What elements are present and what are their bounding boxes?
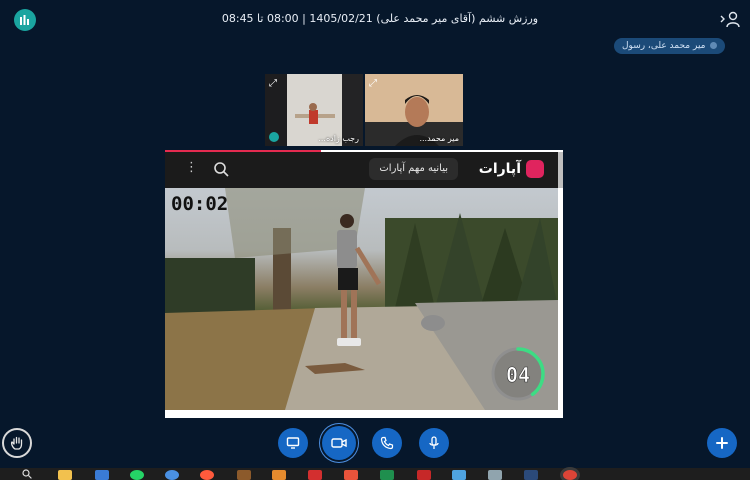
audio-phone-button[interactable] [372,428,402,458]
browser-icon[interactable] [165,470,179,480]
search-icon[interactable] [213,161,229,177]
video-scrollbar[interactable] [558,152,563,188]
whatsapp-icon[interactable] [130,470,144,480]
microphone-button[interactable] [419,428,449,458]
photoshop-icon[interactable] [524,470,538,480]
acrobat-icon[interactable] [308,470,322,480]
kebab-menu-icon[interactable]: ⋮ [185,160,198,176]
stats-button[interactable] [14,9,36,31]
rep-count: 04 [506,363,530,387]
monitor-icon [286,437,300,449]
chrome-icon[interactable] [563,470,577,480]
aparat-site-name: آپارات [478,161,521,177]
video-player[interactable]: 00:02 04 [165,188,558,410]
aparat-logo[interactable]: آپارات [479,160,544,178]
os-taskbar [0,468,750,480]
expand-icon[interactable]: ⤢ [369,78,377,89]
app-icon[interactable] [237,470,251,480]
window-icon[interactable] [488,470,502,480]
share-screen-button[interactable] [278,428,308,458]
aparat-header: آپارات بیانیه مهم آپارات ⋮ [165,152,558,188]
folder-icon[interactable] [58,470,72,480]
raise-hand-icon [10,436,23,450]
presenter-badge[interactable]: میر محمد علی، رسول [614,38,726,54]
users-icon [720,11,740,28]
aparat-announcement-chip[interactable]: بیانیه مهم آپارات [369,158,458,180]
bar-chart-icon [20,15,29,25]
webcam-tile[interactable]: ⤢ میر محمد... [365,74,463,146]
camera-button[interactable] [322,426,356,460]
actions-plus-button[interactable] [707,428,737,458]
opera-icon[interactable] [200,470,214,480]
presenter-name: میر محمد علی، رسول [622,41,706,51]
raise-hand-button[interactable] [2,428,32,458]
users-toggle-button[interactable] [719,10,741,28]
webcam-user-name: رجب زاده... [318,134,359,143]
webcam-mic-icon [269,132,279,142]
presenter-status-icon [710,42,718,49]
pencil-icon[interactable] [272,470,286,480]
excel-icon[interactable] [380,470,394,480]
phone-icon [380,436,394,450]
plus-icon [716,437,728,449]
image-viewer-icon[interactable] [452,470,466,480]
microphone-icon [429,436,439,449]
webcam-tile[interactable]: ⤢ رجب زاده... [265,74,363,146]
search-icon[interactable] [22,469,32,479]
paint-icon[interactable] [344,470,358,480]
store-icon[interactable] [95,470,109,480]
exercise-timer: 00:02 [171,193,229,215]
meeting-title: ورزش ششم (آقای میر محمد علی) 1405/02/21 … [221,12,539,25]
video-camera-icon [331,438,347,448]
red-app-icon[interactable] [417,470,431,480]
expand-icon[interactable]: ⤢ [269,78,277,89]
rep-counter: 04 [491,347,545,401]
aparat-logo-icon [526,160,544,178]
webcam-user-name: میر محمد... [419,134,459,143]
